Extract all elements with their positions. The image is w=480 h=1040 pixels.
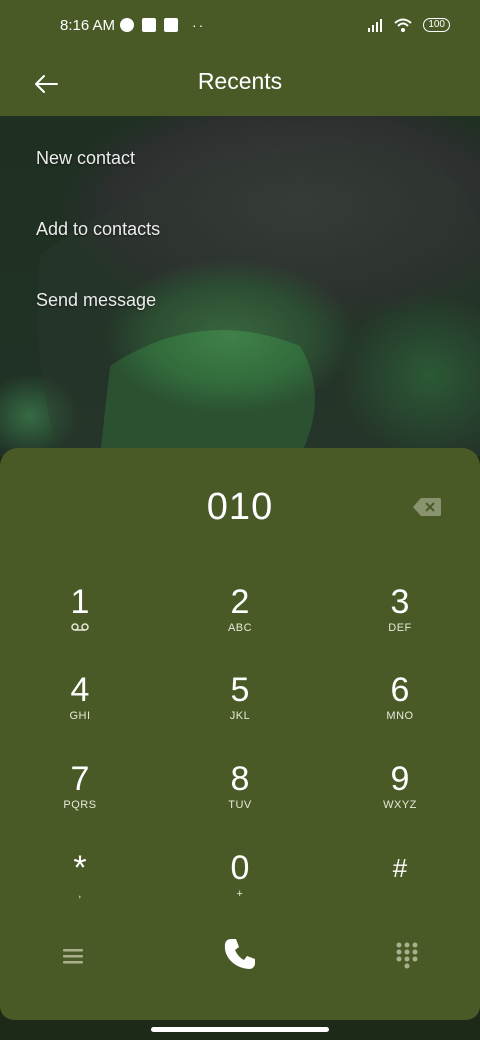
- key-8[interactable]: 8 TUV: [180, 759, 300, 835]
- status-time: 8:16 AM: [60, 17, 116, 34]
- app-bar: Recents: [0, 56, 480, 116]
- battery-indicator: 100: [423, 18, 450, 32]
- page-title: Recents: [197, 68, 283, 94]
- dialer-panel: 010 1 2 ABC 3 DEF 4 GHI 5 JKL 6 MNO 7 PQ…: [0, 448, 480, 1020]
- key-7[interactable]: 7 PQRS: [20, 759, 140, 835]
- dialpad-icon[interactable]: [395, 941, 419, 969]
- send-message-option[interactable]: Send message: [36, 290, 156, 311]
- key-0[interactable]: 0 +: [180, 848, 300, 924]
- more-notifications-icon: ··: [192, 17, 206, 33]
- notification-square-icon: [142, 18, 156, 32]
- add-to-contacts-option[interactable]: Add to contacts: [36, 219, 160, 240]
- new-contact-option[interactable]: New contact: [36, 148, 135, 169]
- key-6[interactable]: 6 MNO: [340, 670, 460, 746]
- status-bar: 8:16 AM ·· 100: [0, 0, 480, 56]
- key-hash[interactable]: #: [340, 848, 460, 924]
- key-4[interactable]: 4 GHI: [20, 670, 140, 746]
- signal-icon: [368, 19, 383, 32]
- phone-icon[interactable]: [222, 936, 258, 972]
- wallpaper-background: New contact Add to contacts Send message: [0, 116, 480, 456]
- key-5[interactable]: 5 JKL: [180, 670, 300, 746]
- backspace-icon[interactable]: [412, 496, 442, 518]
- notification-app-icon: [120, 18, 134, 32]
- key-star[interactable]: * ,: [20, 848, 140, 924]
- key-9[interactable]: 9 WXYZ: [340, 759, 460, 835]
- key-1[interactable]: 1: [20, 582, 140, 658]
- key-3[interactable]: 3 DEF: [340, 582, 460, 658]
- notification-icons: ··: [120, 17, 205, 33]
- system-status-icons: 100: [367, 17, 450, 33]
- dialed-number[interactable]: 010: [0, 486, 480, 529]
- hamburger-icon[interactable]: [60, 944, 86, 968]
- wifi-icon: [394, 18, 412, 32]
- home-indicator[interactable]: [151, 1027, 329, 1032]
- key-2[interactable]: 2 ABC: [180, 582, 300, 658]
- voicemail-icon: [20, 622, 140, 636]
- upload-notification-icon: [164, 18, 178, 32]
- dialer-actions: [0, 936, 480, 976]
